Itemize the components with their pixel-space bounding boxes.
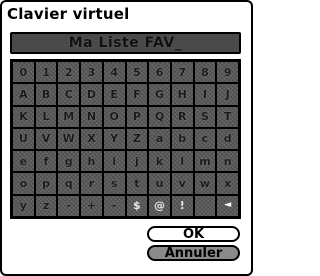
key-5-9[interactable]: x	[217, 173, 238, 194]
key-0-6[interactable]: 6	[149, 62, 170, 83]
key-4-3[interactable]: h	[81, 151, 102, 172]
key-2-8[interactable]: S	[194, 106, 216, 127]
key-0-4[interactable]: 4	[103, 62, 125, 83]
key-0-9[interactable]: 9	[217, 62, 238, 83]
virtual-keyboard-dialog: Clavier virtuel Ma Liste FAV_ 0123456789…	[0, 0, 253, 276]
key-3-8[interactable]: c	[194, 128, 216, 150]
key-6-5[interactable]: $	[126, 195, 148, 216]
key-4-6[interactable]: k	[149, 151, 170, 172]
cancel-button[interactable]: Annuler	[147, 245, 240, 261]
key-5-6[interactable]: u	[149, 173, 170, 194]
key-0-8[interactable]: 8	[194, 62, 216, 83]
key-0-7[interactable]: 7	[171, 62, 193, 83]
key-0-0[interactable]: 0	[13, 62, 34, 83]
key-4-8[interactable]: m	[194, 151, 216, 172]
input-value: Ma Liste FAV_	[68, 35, 183, 51]
key-0-1[interactable]: 1	[35, 62, 57, 83]
backspace-key[interactable]: ◄	[217, 195, 238, 216]
key-2-7[interactable]: R	[171, 106, 193, 127]
key-3-9[interactable]: d	[217, 128, 238, 150]
key-2-4[interactable]: O	[103, 106, 125, 127]
key-5-1[interactable]: p	[35, 173, 57, 194]
key-2-5[interactable]: P	[126, 106, 148, 127]
key-1-8[interactable]: I	[194, 84, 216, 105]
key-4-0[interactable]: e	[13, 151, 34, 172]
key-1-0[interactable]: A	[13, 84, 34, 105]
key-6-6[interactable]: @	[149, 195, 170, 216]
key-5-5[interactable]: t	[126, 173, 148, 194]
key-0-5[interactable]: 5	[126, 62, 148, 83]
backspace-arrow-icon: ◄	[224, 200, 232, 211]
key-2-3[interactable]: N	[81, 106, 102, 127]
key-5-7[interactable]: v	[171, 173, 193, 194]
key-4-2[interactable]: g	[58, 151, 80, 172]
key-2-1[interactable]: L	[35, 106, 57, 127]
key-2-6[interactable]: Q	[149, 106, 170, 127]
key-1-3[interactable]: D	[81, 84, 102, 105]
key-1-4[interactable]: E	[103, 84, 125, 105]
key-1-7[interactable]: H	[171, 84, 193, 105]
key-4-4[interactable]: i	[103, 151, 125, 172]
key-6-3[interactable]: +	[81, 195, 102, 216]
key-5-3[interactable]: r	[81, 173, 102, 194]
key-1-6[interactable]: G	[149, 84, 170, 105]
key-5-4[interactable]: s	[103, 173, 125, 194]
key-3-1[interactable]: V	[35, 128, 57, 150]
key-3-2[interactable]: W	[58, 128, 80, 150]
key-0-3[interactable]: 3	[81, 62, 102, 83]
ok-button[interactable]: OK	[147, 226, 240, 242]
key-1-1[interactable]: B	[35, 84, 57, 105]
key-6-4[interactable]: -	[103, 195, 125, 216]
key-4-1[interactable]: f	[35, 151, 57, 172]
key-6-1[interactable]: z	[35, 195, 57, 216]
space-key[interactable]	[194, 195, 216, 216]
key-3-7[interactable]: b	[171, 128, 193, 150]
key-2-2[interactable]: M	[58, 106, 80, 127]
key-6-0[interactable]: y	[13, 195, 34, 216]
key-2-0[interactable]: K	[13, 106, 34, 127]
key-4-7[interactable]: l	[171, 151, 193, 172]
key-6-2[interactable]: -	[58, 195, 80, 216]
key-3-0[interactable]: U	[13, 128, 34, 150]
dialog-title: Clavier virtuel	[7, 5, 130, 23]
key-3-4[interactable]: Y	[103, 128, 125, 150]
key-6-7[interactable]: !	[171, 195, 193, 216]
key-5-2[interactable]: q	[58, 173, 80, 194]
key-4-5[interactable]: j	[126, 151, 148, 172]
dialog-titlebar: Clavier virtuel	[4, 4, 244, 24]
key-grid: 0123456789 ABCDEFGHIJ KLMNOPQRST UVWXYZabcd…	[10, 59, 241, 219]
text-input-display[interactable]: Ma Liste FAV_	[10, 32, 241, 54]
key-5-0[interactable]: o	[13, 173, 34, 194]
key-2-9[interactable]: T	[217, 106, 238, 127]
key-3-3[interactable]: X	[81, 128, 102, 150]
key-4-9[interactable]: n	[217, 151, 238, 172]
key-5-8[interactable]: w	[194, 173, 216, 194]
key-3-5[interactable]: Z	[126, 128, 148, 150]
key-1-2[interactable]: C	[58, 84, 80, 105]
key-1-9[interactable]: J	[217, 84, 238, 105]
key-0-2[interactable]: 2	[58, 62, 80, 83]
key-1-5[interactable]: F	[126, 84, 148, 105]
key-3-6[interactable]: a	[149, 128, 170, 150]
